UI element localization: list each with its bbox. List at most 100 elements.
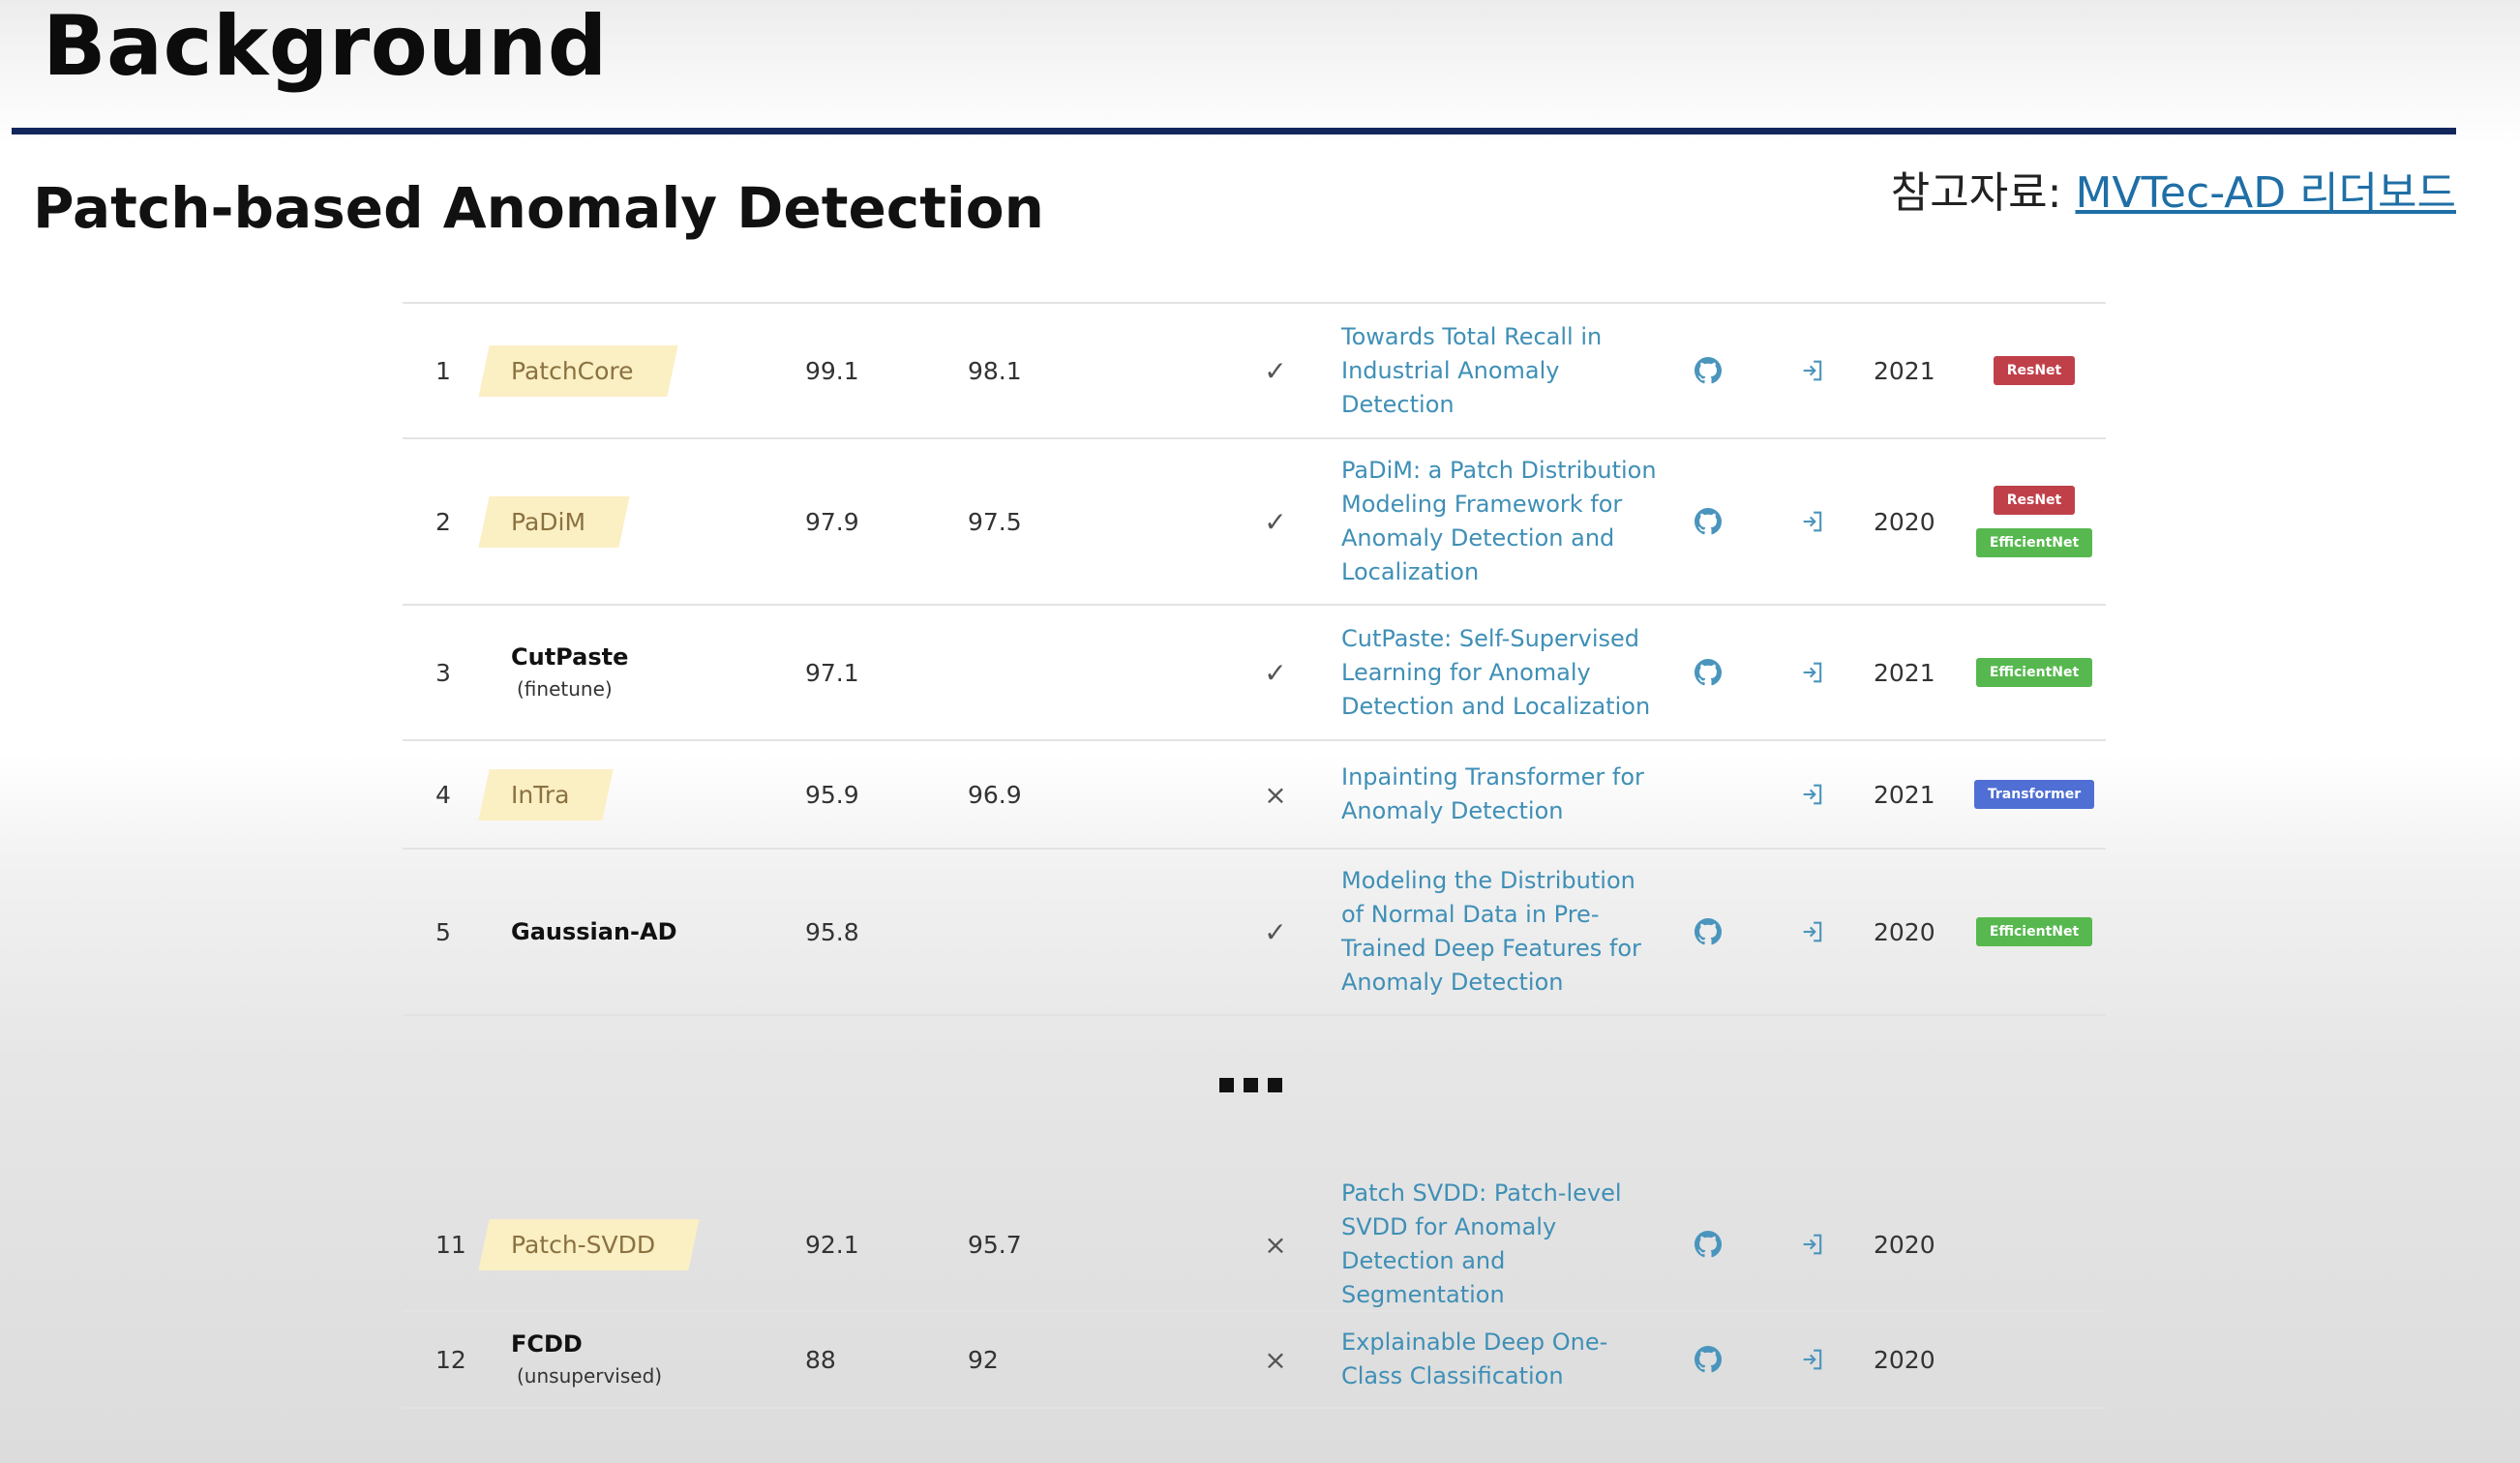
rank-cell: 12: [435, 1345, 466, 1374]
paper-link-cell: [1788, 1179, 1837, 1310]
rank-cell: 1: [435, 356, 451, 385]
paper-link-icon[interactable]: [1796, 915, 1829, 948]
tags-cell: EfficientNet: [1963, 850, 2106, 1014]
year-cell: 2021: [1874, 356, 1935, 385]
metric-pixel-auroc: 92: [968, 1345, 999, 1374]
metric-pixel-auroc: 97.5: [968, 507, 1022, 536]
tag-badge-efficientnet[interactable]: EfficientNet: [1975, 658, 2093, 687]
tags-cell: ResNet: [1963, 304, 2106, 437]
tag-badge-transformer[interactable]: Transformer: [1973, 780, 2095, 809]
metric-pixel-auroc: 95.7: [968, 1230, 1022, 1259]
paper-cell: CutPaste: Self-Supervised Learning for A…: [1341, 606, 1661, 739]
tag-badge-resnet[interactable]: ResNet: [1993, 356, 2076, 385]
table-row: 1 PatchCore 99.1 98.1 ✓ Towards Total Recall …: [403, 302, 2106, 437]
year-cell: 2020: [1874, 507, 1935, 536]
paper-link-cell: [1788, 850, 1837, 1014]
tags-cell: EfficientNet: [1963, 606, 2106, 739]
metric-image-auroc: 95.9: [805, 780, 859, 809]
model-name-block: CutPaste (finetune): [484, 641, 628, 704]
metric-pixel-auroc: [968, 850, 1065, 1014]
github-icon[interactable]: [1692, 354, 1725, 387]
metric-image-auroc: 88: [805, 1345, 836, 1374]
code-cell: [1684, 606, 1732, 739]
paper-cell: Modeling the Distribution of Normal Data…: [1341, 850, 1661, 1014]
tag-badge-resnet[interactable]: ResNet: [1993, 486, 2076, 515]
year-cell: 2020: [1874, 917, 1935, 946]
ellipsis-icon: [1219, 1078, 1297, 1092]
reference-link[interactable]: MVTec-AD 리더보드: [2075, 168, 2456, 218]
code-cell: [1684, 1179, 1732, 1310]
github-icon[interactable]: [1692, 505, 1725, 538]
code-cell: [1684, 439, 1732, 604]
paper-link-cell: [1788, 304, 1837, 437]
title-divider: [12, 128, 2456, 134]
model-name[interactable]: FCDD: [511, 1328, 662, 1360]
reference-note: 참고자료: MVTec-AD 리더보드: [1891, 164, 2456, 223]
checkmark-icon: ✓: [1264, 505, 1287, 538]
year-cell: 2020: [1874, 1345, 1935, 1374]
github-icon[interactable]: [1692, 1228, 1725, 1261]
metric-image-auroc: 99.1: [805, 356, 859, 385]
table-row: 11 Patch-SVDD 92.1 95.7 × Patch SVDD: Patch-l…: [403, 1177, 2106, 1310]
tag-badge-efficientnet[interactable]: EfficientNet: [1975, 528, 2093, 557]
paper-title-link[interactable]: Modeling the Distribution of Normal Data…: [1341, 864, 1661, 1000]
model-name[interactable]: InTra: [484, 769, 608, 821]
model-name[interactable]: Patch-SVDD: [484, 1219, 694, 1270]
github-icon[interactable]: [1692, 656, 1725, 689]
code-cell: [1684, 304, 1732, 437]
paper-link-icon[interactable]: [1796, 354, 1829, 387]
tags-cell: [1963, 1179, 2106, 1310]
metric-pixel-auroc: 98.1: [968, 356, 1022, 385]
paper-cell: Patch SVDD: Patch-level SVDD for Anomaly…: [1341, 1179, 1661, 1310]
paper-title-link[interactable]: Explainable Deep One-Class Classificatio…: [1341, 1326, 1661, 1393]
ellipsis-dot: [1244, 1078, 1258, 1092]
reference-label: 참고자료:: [1890, 168, 2076, 218]
model-name[interactable]: CutPaste: [511, 641, 628, 673]
ellipsis-dot: [1268, 1078, 1282, 1092]
model-name[interactable]: Gaussian-AD: [511, 915, 677, 948]
tags-cell: Transformer: [1963, 741, 2106, 848]
model-name[interactable]: PaDiM: [484, 496, 624, 548]
code-cell: [1684, 741, 1732, 848]
paper-cell: PaDiM: a Patch Distribution Modeling Fra…: [1341, 439, 1661, 604]
model-cell: PatchCore: [484, 304, 697, 437]
paper-link-icon[interactable]: [1796, 656, 1829, 689]
rank-cell: 5: [435, 917, 451, 946]
model-name-block: FCDD (unsupervised): [484, 1328, 662, 1391]
table-row: 5 Gaussian-AD 95.8 ✓ Modeling the Distributi…: [403, 848, 2106, 1016]
table-row: 2 PaDiM 97.9 97.5 ✓ PaDiM: a Patch Distributi…: [403, 437, 2106, 604]
rank-cell: 4: [435, 780, 451, 809]
github-icon[interactable]: [1692, 915, 1725, 948]
paper-link-icon[interactable]: [1796, 505, 1829, 538]
paper-link-icon[interactable]: [1796, 1228, 1829, 1261]
model-cell: Gaussian-AD: [484, 850, 697, 1014]
code-cell: [1684, 850, 1732, 1014]
model-name-block: Gaussian-AD: [484, 915, 677, 948]
paper-title-link[interactable]: Patch SVDD: Patch-level SVDD for Anomaly…: [1341, 1177, 1661, 1312]
model-cell: InTra: [484, 741, 697, 848]
metric-pixel-auroc: [968, 606, 1065, 739]
x-icon: ×: [1264, 778, 1287, 811]
paper-title-link[interactable]: PaDiM: a Patch Distribution Modeling Fra…: [1341, 454, 1661, 589]
checkmark-icon: ✓: [1264, 656, 1287, 689]
paper-link-icon[interactable]: [1796, 1343, 1829, 1376]
paper-title-link[interactable]: CutPaste: Self-Supervised Learning for A…: [1341, 622, 1661, 724]
model-cell: PaDiM: [484, 439, 697, 604]
code-cell: [1684, 1312, 1732, 1407]
paper-cell: Explainable Deep One-Class Classificatio…: [1341, 1312, 1661, 1407]
rank-cell: 2: [435, 507, 451, 536]
paper-title-link[interactable]: Inpainting Transformer for Anomaly Detec…: [1341, 761, 1661, 828]
paper-title-link[interactable]: Towards Total Recall in Industrial Anoma…: [1341, 320, 1661, 422]
x-icon: ×: [1264, 1228, 1287, 1261]
paper-link-cell: [1788, 606, 1837, 739]
paper-link-icon[interactable]: [1796, 778, 1829, 811]
paper-link-cell: [1788, 741, 1837, 848]
table-row: 3 CutPaste (finetune) 97.1 ✓ CutPaste: Self-S…: [403, 604, 2106, 739]
model-cell: Patch-SVDD: [484, 1179, 697, 1310]
paper-cell: Inpainting Transformer for Anomaly Detec…: [1341, 741, 1661, 848]
paper-link-cell: [1788, 439, 1837, 604]
github-icon[interactable]: [1692, 1343, 1725, 1376]
model-name[interactable]: PatchCore: [484, 345, 673, 397]
ellipsis-dot: [1219, 1078, 1234, 1092]
tag-badge-efficientnet[interactable]: EfficientNet: [1975, 917, 2093, 946]
